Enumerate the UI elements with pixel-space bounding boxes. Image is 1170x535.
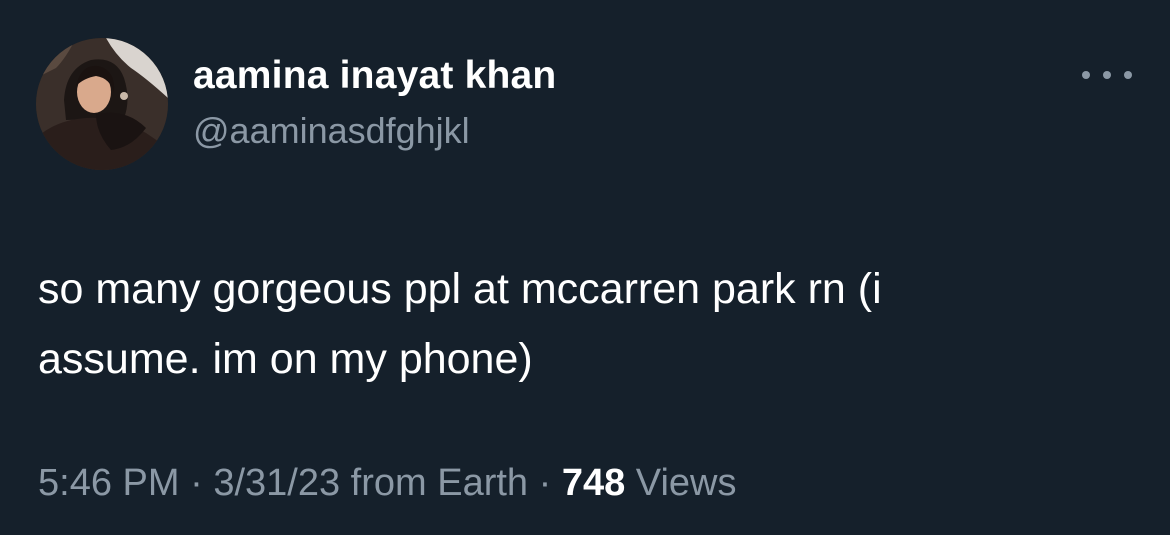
tweet-time[interactable]: 5:46 PM <box>38 462 180 504</box>
tweet-text-line: so many gorgeous ppl at mccarren park rn… <box>38 265 882 313</box>
tweet-meta: 5:46 PM · 3/31/23 from Earth · 748 Views <box>38 462 737 505</box>
tweet-card: aamina inayat khan @aaminasdfghjkl so ma… <box>0 0 1170 535</box>
more-horizontal-icon-dot <box>1103 71 1111 79</box>
more-horizontal-icon <box>1082 71 1090 79</box>
tweet-text-line: assume. im on my phone) <box>38 335 533 383</box>
meta-separator: · <box>528 462 562 504</box>
views-label[interactable]: Views <box>625 462 737 504</box>
tweet-date[interactable]: 3/31/23 <box>213 462 340 504</box>
avatar[interactable] <box>36 38 168 170</box>
tweet-source: from Earth <box>340 462 529 504</box>
meta-separator: · <box>179 462 214 504</box>
tweet-text: so many gorgeous ppl at mccarren park rn… <box>38 254 1128 394</box>
more-horizontal-icon-dot <box>1124 71 1132 79</box>
author-display-name[interactable]: aamina inayat khan <box>193 54 556 98</box>
avatar-image <box>36 38 168 170</box>
views-count[interactable]: 748 <box>562 462 625 504</box>
more-options-button[interactable] <box>1082 60 1132 90</box>
author-handle[interactable]: @aaminasdfghjkl <box>193 110 470 152</box>
